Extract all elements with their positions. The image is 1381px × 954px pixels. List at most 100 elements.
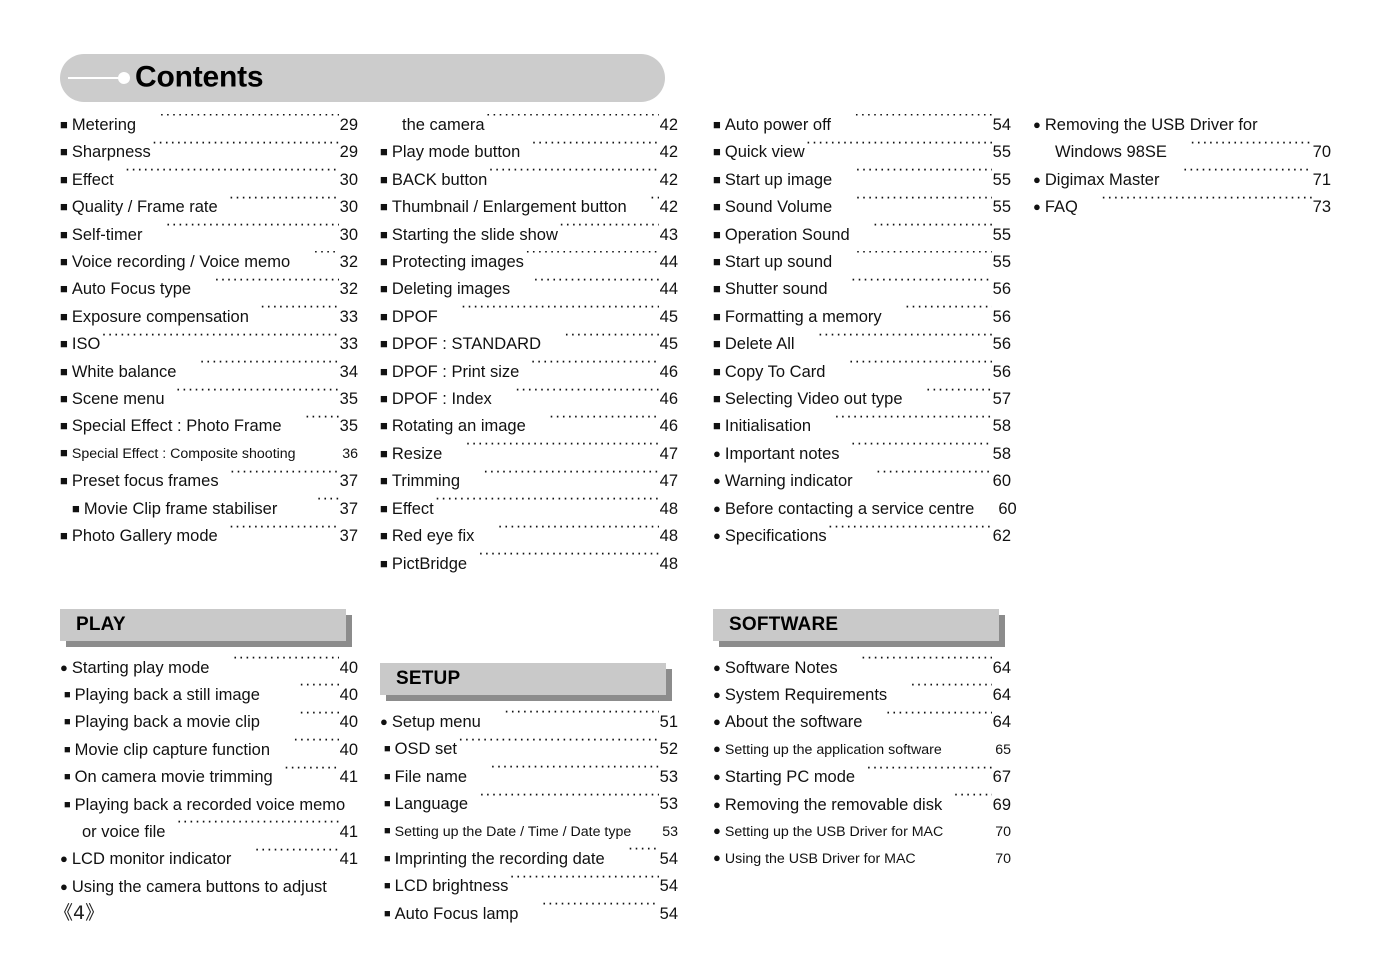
toc-entry[interactable]: ■Preset focus frames 37 xyxy=(60,468,358,495)
toc-entry[interactable]: ■Self-timer 30 xyxy=(60,222,358,249)
toc-entry[interactable]: ■Playing back a still image 40 xyxy=(60,682,358,709)
toc-entry[interactable]: ■ Playing back a recorded voice memo xyxy=(60,792,358,819)
toc-entry-label: Removing the removable disk xyxy=(724,795,943,814)
toc-entry[interactable]: ●LCD monitor indicator 41 xyxy=(60,846,358,873)
toc-entry[interactable]: ■Scene menu 35 xyxy=(60,386,358,413)
toc-entry[interactable]: ■Setting up the Date / Time / Date type 5… xyxy=(380,819,678,846)
toc-entry[interactable]: ■Copy To Card 56 xyxy=(713,359,1011,386)
toc-entry[interactable]: ■Auto Focus type 32 xyxy=(60,276,358,303)
toc-entry[interactable]: ●Starting PC mode 67 xyxy=(713,764,1011,791)
toc-entry[interactable]: ● Using the camera buttons to adjust xyxy=(60,874,358,901)
toc-entry[interactable]: ●Using the USB Driver for MAC 70 xyxy=(713,846,1011,873)
toc-entry[interactable]: ■Red eye fix 48 xyxy=(380,523,678,550)
toc-entry[interactable]: ●Setup menu 51 xyxy=(380,709,678,736)
toc-leader-dots xyxy=(509,875,658,892)
toc-entry[interactable]: ■Voice recording / Voice memo 32 xyxy=(60,249,358,276)
toc-leader-dots xyxy=(214,278,339,295)
toc-entry[interactable]: ■Photo Gallery mode 37 xyxy=(60,523,358,550)
toc-leader-dots xyxy=(260,305,339,322)
toc-entry[interactable]: ● Removing the USB Driver for xyxy=(1033,112,1331,139)
toc-entry[interactable]: ■Protecting images 44 xyxy=(380,249,678,276)
toc-entry[interactable]: ■Movie clip capture function 40 xyxy=(60,737,358,764)
toc-entry[interactable]: ■Sound Volume 55 xyxy=(713,194,1011,221)
toc-entry[interactable]: ■Playing back a movie clip 40 xyxy=(60,709,358,736)
toc-entry[interactable]: ■Start up sound 55 xyxy=(713,249,1011,276)
square-bullet-icon: ■ xyxy=(60,528,68,544)
toc-entry-page-number: 37 xyxy=(339,499,358,518)
toc-entry[interactable]: ●Software Notes 64 xyxy=(713,655,1011,682)
toc-entry-page-number: 54 xyxy=(992,116,1011,134)
toc-entry[interactable]: ■ISO 33 xyxy=(60,331,358,358)
toc-entry[interactable]: ■Auto power off 54 xyxy=(713,112,1011,139)
toc-entry[interactable]: ■Quick view 55 xyxy=(713,139,1011,166)
toc-entry[interactable]: Windows 98SE 70 xyxy=(1033,139,1331,166)
toc-entry[interactable]: ■Exposure compensation 33 xyxy=(60,304,358,331)
toc-entry[interactable]: the camera 42 xyxy=(380,112,678,139)
toc-entry-page-number: 56 xyxy=(992,280,1011,299)
toc-entry-page-number: 64 xyxy=(992,685,1011,704)
toc-entry[interactable]: ■Delete All 56 xyxy=(713,331,1011,358)
round-bullet-icon: ● xyxy=(713,500,721,516)
toc-entry[interactable]: ●Setting up the USB Driver for MAC 70 xyxy=(713,819,1011,846)
toc-entry-label: Rotating an image xyxy=(391,417,526,436)
toc-entry[interactable]: ●About the software 64 xyxy=(713,709,1011,736)
toc-entry[interactable]: ■Language 53 xyxy=(380,791,678,818)
toc-entry[interactable]: ■Trimming 47 xyxy=(380,468,678,495)
toc-entry[interactable]: ●FAQ 73 xyxy=(1033,194,1331,221)
toc-entry[interactable]: ●Important notes 58 xyxy=(713,441,1011,468)
square-bullet-icon: ■ xyxy=(713,336,721,352)
square-bullet-icon: ■ xyxy=(380,555,388,571)
toc-entry[interactable]: ■Operation Sound 55 xyxy=(713,222,1011,249)
toc-entry[interactable]: ●Setting up the application software 65 xyxy=(713,737,1011,764)
toc-column-2: the camera42■Play mode button42■BACK but… xyxy=(380,112,678,928)
toc-entry[interactable]: ■Movie Clip frame stabiliser 37 xyxy=(60,496,358,523)
toc-entry[interactable]: ■Starting the slide show 43 xyxy=(380,222,678,249)
toc-entry[interactable]: ■OSD set 52 xyxy=(380,736,678,763)
toc-entry[interactable]: ■Resize 47 xyxy=(380,441,678,468)
toc-entry[interactable]: ■On camera movie trimming 41 xyxy=(60,764,358,791)
toc-entry[interactable]: ●Removing the removable disk 69 xyxy=(713,792,1011,819)
toc-entry[interactable]: ■Special Effect : Photo Frame 35 xyxy=(60,413,358,440)
toc-entry[interactable]: ■BACK button 42 xyxy=(380,167,678,194)
toc-entry[interactable]: ■Thumbnail / Enlargement button 42 xyxy=(380,194,678,221)
toc-entry[interactable]: ■Selecting Video out type 57 xyxy=(713,386,1011,413)
toc-entry[interactable]: ■Special Effect : Composite shooting 36 xyxy=(60,441,358,468)
toc-entry[interactable]: ■White balance 34 xyxy=(60,359,358,386)
toc-entry-page-number: 53 xyxy=(662,823,678,840)
toc-entry[interactable]: ■DPOF : STANDARD 45 xyxy=(380,331,678,358)
toc-entry[interactable]: ■Play mode button 42 xyxy=(380,139,678,166)
toc-entry[interactable]: ●Digimax Master 71 xyxy=(1033,167,1331,194)
toc-entry[interactable]: ■Deleting images 44 xyxy=(380,276,678,303)
toc-entry[interactable]: ●System Requirements 64 xyxy=(713,682,1011,709)
toc-entry-page-number: 37 xyxy=(339,527,358,546)
toc-entry[interactable]: ■Effect 48 xyxy=(380,496,678,523)
toc-entry[interactable]: ■Initialisation 58 xyxy=(713,413,1011,440)
toc-entry[interactable]: ■File name 53 xyxy=(380,764,678,791)
toc-entry-label: Auto Focus lamp xyxy=(394,904,519,923)
toc-entry[interactable]: ■Quality / Frame rate 30 xyxy=(60,194,358,221)
toc-entry[interactable]: ● Before contacting a service centre 60 xyxy=(713,496,1017,523)
toc-entry-label: the camera xyxy=(402,116,485,134)
toc-entry[interactable]: ●Specifications 62 xyxy=(713,523,1011,550)
toc-entry[interactable]: ■DPOF : Index 46 xyxy=(380,386,678,413)
toc-leader-dots xyxy=(497,525,658,542)
toc-entry[interactable]: ■Formatting a memory 56 xyxy=(713,304,1011,331)
toc-entry[interactable]: ■Shutter sound 56 xyxy=(713,276,1011,303)
toc-entry[interactable]: ■DPOF : Print size 46 xyxy=(380,359,678,386)
toc-entry[interactable]: ■Auto Focus lamp 54 xyxy=(380,901,678,928)
toc-entry[interactable]: ■Metering 29 xyxy=(60,112,358,139)
toc-entry[interactable]: ■PictBridge 48 xyxy=(380,551,678,578)
toc-entry[interactable]: ●Starting play mode 40 xyxy=(60,655,358,682)
toc-leader-dots xyxy=(910,683,991,700)
toc-entry[interactable]: ■Rotating an image 46 xyxy=(380,413,678,440)
toc-entry-label: System Requirements xyxy=(724,685,888,704)
toc-entry[interactable]: ■Start up image 55 xyxy=(713,167,1011,194)
toc-entry[interactable]: or voice file 41 xyxy=(60,819,358,846)
toc-entry[interactable]: ■Effect 30 xyxy=(60,167,358,194)
toc-entry[interactable]: ■LCD brightness 54 xyxy=(380,873,678,900)
toc-entry[interactable]: ●Warning indicator 60 xyxy=(713,468,1011,495)
toc-entry[interactable]: ■Imprinting the recording date 54 xyxy=(380,846,678,873)
square-bullet-icon: ■ xyxy=(60,281,68,297)
toc-entry[interactable]: ■DPOF 45 xyxy=(380,304,678,331)
toc-entry[interactable]: ■Sharpness 29 xyxy=(60,139,358,166)
